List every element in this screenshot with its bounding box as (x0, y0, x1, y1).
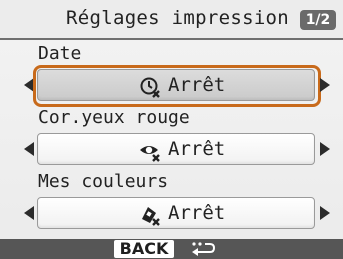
setting-row-my-colors[interactable]: Arrêt (0, 193, 343, 231)
red-eye-off-icon (140, 146, 160, 162)
page-indicator-badge[interactable]: 1/2 (300, 10, 336, 30)
right-arrow-icon[interactable] (320, 206, 330, 220)
left-arrow-icon[interactable] (24, 142, 34, 156)
page-title: Réglages impression (66, 7, 290, 29)
my-colors-off-icon (142, 207, 160, 226)
setting-value-my-colors[interactable]: Arrêt (37, 197, 315, 229)
footer-bar: BACK (0, 239, 343, 259)
setting-label-date: Date (38, 43, 82, 64)
title-bar: Réglages impression 1/2 (0, 0, 343, 40)
setting-value-red-eye[interactable]: Arrêt (37, 133, 315, 165)
date-off-icon (140, 77, 160, 98)
setting-row-date[interactable]: Arrêt (0, 65, 343, 107)
setting-value-text: Arrêt (168, 74, 226, 96)
setting-label-my-colors: Mes couleurs (38, 171, 169, 192)
return-arrow-icon[interactable] (190, 241, 216, 257)
left-arrow-icon[interactable] (24, 206, 34, 220)
setting-label-red-eye: Cor.yeux rouge (38, 107, 190, 128)
print-settings-screen: Réglages impression 1/2 Date Arrêt Cor.y… (0, 0, 343, 259)
right-arrow-icon[interactable] (320, 142, 330, 156)
setting-value-text: Arrêt (168, 202, 226, 224)
right-arrow-icon[interactable] (320, 78, 330, 92)
setting-row-red-eye[interactable]: Arrêt (0, 129, 343, 167)
setting-value-date[interactable]: Arrêt (37, 69, 315, 101)
setting-value-text: Arrêt (168, 138, 226, 160)
back-button[interactable]: BACK (114, 240, 174, 258)
